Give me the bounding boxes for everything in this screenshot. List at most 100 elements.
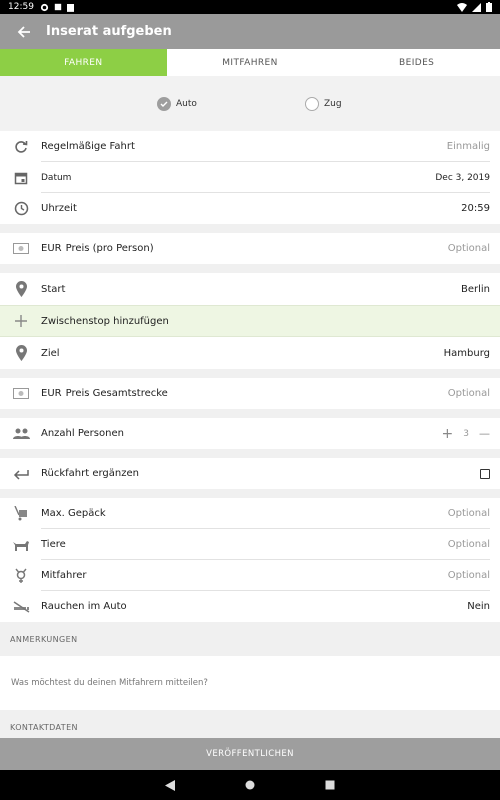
status-time: 12:59: [8, 2, 34, 12]
wifi-icon: [457, 2, 467, 12]
total-price-currency: EUR: [41, 388, 62, 399]
tab-bar: FAHREN MITFAHREN BEIDES: [0, 49, 500, 81]
location-pin-icon: [12, 280, 30, 298]
time-row[interactable]: Uhrzeit 20:59: [0, 193, 500, 224]
people-icon: [12, 425, 30, 443]
check-icon: [160, 101, 168, 107]
total-price-section: EUR Preis Gesamtstrecke Optional: [0, 378, 500, 409]
recurring-label: Regelmäßige Fahrt: [41, 141, 135, 152]
nav-home-icon[interactable]: [245, 780, 255, 790]
remarks-placeholder: Was möchtest du deinen Mitfahrern mittei…: [11, 678, 208, 688]
extras-section: Max. Gepäck Optional Tiere Optional Mitf…: [0, 498, 500, 622]
time-value: 20:59: [461, 203, 490, 214]
mode-auto-label: Auto: [176, 98, 197, 109]
persons-stepper: + 3 —: [442, 426, 490, 442]
pets-label: Tiere: [41, 539, 66, 550]
companions-value: Optional: [447, 570, 490, 581]
smoking-row[interactable]: Rauchen im Auto Nein: [0, 591, 500, 622]
total-price-row[interactable]: EUR Preis Gesamtstrecke Optional: [0, 378, 500, 409]
smoking-value: Nein: [467, 601, 490, 612]
luggage-row[interactable]: Max. Gepäck Optional: [0, 498, 500, 529]
destination-label: Ziel: [41, 347, 60, 359]
price-currency: EUR: [41, 243, 62, 254]
date-value: Dec 3, 2019: [435, 172, 490, 183]
total-price-label: Preis Gesamtstrecke: [65, 388, 168, 399]
pets-row[interactable]: Tiere Optional: [0, 529, 500, 560]
signal-icon: [472, 2, 481, 12]
destination-value: Hamburg: [443, 347, 490, 359]
gender-icon: [12, 567, 30, 585]
price-value: Optional: [447, 243, 490, 254]
plus-icon: [12, 312, 30, 330]
nav-recents-icon[interactable]: [325, 780, 335, 790]
app-bar: Inserat aufgeben: [0, 14, 500, 49]
transport-mode: Auto Zug: [0, 76, 500, 131]
clock-icon: [12, 200, 30, 218]
battery-icon: [486, 2, 492, 12]
time-label: Uhrzeit: [41, 203, 77, 214]
price-row[interactable]: EUR Preis (pro Person) Optional: [0, 233, 500, 264]
tab-mitfahren[interactable]: MITFAHREN: [167, 49, 334, 76]
system-nav-bar: [0, 770, 500, 800]
start-label: Start: [41, 283, 66, 295]
page-title: Inserat aufgeben: [46, 24, 172, 39]
return-trip-row[interactable]: Rückfahrt ergänzen: [0, 458, 500, 489]
companions-row[interactable]: Mitfahrer Optional: [0, 560, 500, 591]
add-stopover-row[interactable]: Zwischenstop hinzufügen: [0, 305, 500, 337]
price-section: EUR Preis (pro Person) Optional: [0, 233, 500, 264]
mode-auto-option[interactable]: Auto: [157, 96, 197, 111]
decrement-button[interactable]: —: [479, 427, 490, 440]
arrow-back-icon: [17, 25, 30, 38]
settings-status-icon: [40, 3, 49, 11]
money-icon: [12, 385, 30, 403]
return-trip-label: Rückfahrt ergänzen: [41, 468, 139, 479]
persons-label: Anzahl Personen: [41, 428, 124, 439]
auto-radio[interactable]: [157, 96, 171, 111]
calendar-icon: [12, 169, 30, 187]
back-button[interactable]: [14, 22, 34, 42]
contact-header: KONTAKTDATEN: [10, 723, 78, 732]
start-value: Berlin: [460, 283, 490, 295]
stopover-label: Zwischenstop hinzufügen: [41, 315, 169, 327]
no-smoking-icon: [12, 598, 30, 616]
location-pin-icon: [12, 344, 30, 362]
repeat-icon: [12, 138, 30, 156]
money-icon: [12, 240, 30, 258]
train-radio[interactable]: [305, 96, 319, 111]
persons-row: Anzahl Personen + 3 —: [0, 418, 500, 449]
publish-button[interactable]: VERÖFFENTLICHEN: [0, 738, 500, 770]
date-label: Datum: [41, 172, 72, 183]
return-section: Rückfahrt ergänzen: [0, 458, 500, 489]
persons-count: 3: [463, 428, 469, 439]
recurring-value: Einmalig: [446, 141, 490, 152]
return-trip-checkbox[interactable]: [480, 468, 490, 479]
mode-train-option[interactable]: Zug: [305, 96, 342, 111]
date-row[interactable]: Datum Dec 3, 2019: [0, 162, 500, 193]
companions-label: Mitfahrer: [41, 570, 87, 581]
total-price-value: Optional: [447, 388, 490, 399]
destination-row[interactable]: Ziel Hamburg: [0, 337, 500, 369]
clipboard-status-icon: [66, 3, 74, 12]
nav-back-icon[interactable]: [165, 779, 175, 791]
recurring-row[interactable]: Regelmäßige Fahrt Einmalig: [0, 131, 500, 162]
price-label: Preis (pro Person): [65, 243, 154, 254]
return-arrow-icon: [12, 465, 30, 483]
schedule-section: Regelmäßige Fahrt Einmalig Datum Dec 3, …: [0, 131, 500, 224]
dog-icon: [12, 536, 30, 554]
persons-section: Anzahl Personen + 3 —: [0, 418, 500, 449]
start-row[interactable]: Start Berlin: [0, 273, 500, 305]
tab-fahren[interactable]: FAHREN: [0, 49, 167, 81]
route-section: Start Berlin Zwischenstop hinzufügen Zie…: [0, 273, 500, 369]
tab-beides[interactable]: BEIDES: [333, 49, 500, 76]
luggage-label: Max. Gepäck: [41, 508, 106, 519]
pets-value: Optional: [447, 539, 490, 550]
app-status-icon: [54, 3, 62, 11]
status-bar: 12:59: [0, 0, 500, 14]
mode-train-label: Zug: [324, 98, 342, 109]
luggage-value: Optional: [447, 508, 490, 519]
increment-button[interactable]: +: [442, 426, 454, 442]
luggage-icon: [12, 505, 30, 523]
remarks-header: ANMERKUNGEN: [10, 634, 78, 644]
smoking-label: Rauchen im Auto: [41, 601, 127, 612]
remarks-input[interactable]: Was möchtest du deinen Mitfahrern mittei…: [0, 656, 500, 710]
